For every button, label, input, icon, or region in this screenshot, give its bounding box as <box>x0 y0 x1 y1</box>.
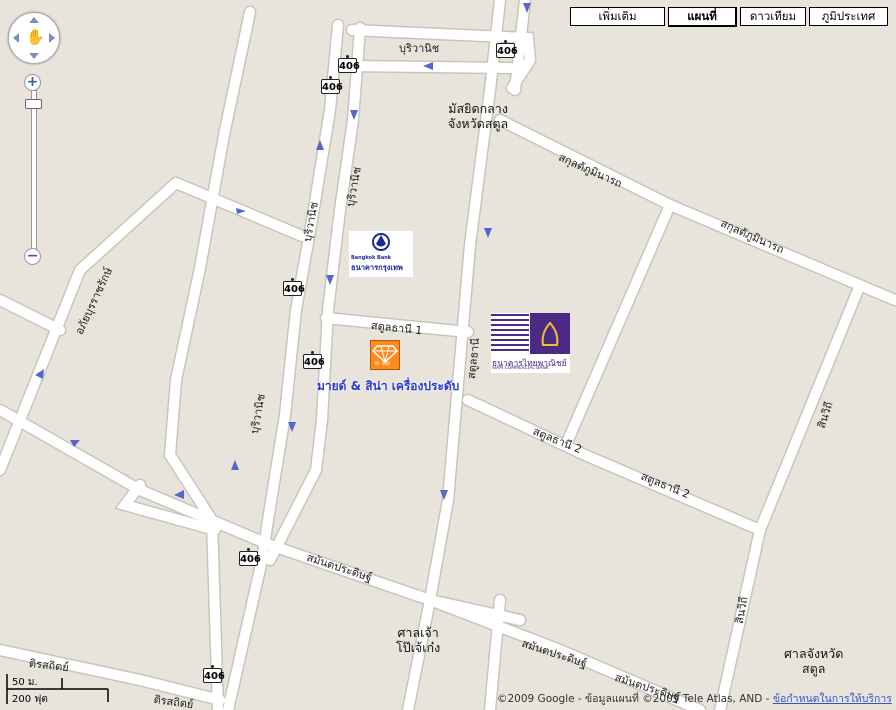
bangkok-bank-th: ธนาคารกรุงเทพ <box>351 263 403 272</box>
map-type-control: เพิ่มเติม แผนที่ ดาวเทียม ภูมิประเทศ <box>570 7 888 27</box>
route-shield: 406 <box>338 55 360 73</box>
route-shield: 406 <box>321 76 343 94</box>
map-type-satellite-button[interactable]: ดาวเทียม <box>740 7 806 26</box>
scale-metric: 50 ม. <box>12 677 38 688</box>
scb-en: SIAM COMMERCIAL BANK <box>492 366 549 371</box>
scale-imperial: 200 ฟุต <box>12 694 48 705</box>
diamond-icon <box>371 345 399 364</box>
zoom-slider-track[interactable] <box>31 90 37 252</box>
road-label: บุริวานิช <box>399 42 440 55</box>
route-shield: 406 <box>239 548 261 566</box>
map-type-terrain-button[interactable]: ภูมิประเทศ <box>809 7 888 26</box>
zoom-slider-thumb[interactable] <box>25 99 42 109</box>
terms-link[interactable]: ข้อกำหนดในการให้บริการ <box>773 693 892 705</box>
zoom-out-button[interactable]: − <box>24 248 41 265</box>
bangkok-bank-marker[interactable]: Bangkok Bank ธนาคารกรุงเทพ <box>349 231 413 277</box>
route-shield: 406 <box>496 40 518 58</box>
route-shield: 406 <box>303 351 325 369</box>
pan-left-icon[interactable] <box>13 33 19 43</box>
place-label-court[interactable]: ศาลจังหวัด สตูล <box>784 646 843 676</box>
route-shield: 406 <box>283 278 305 296</box>
pan-control[interactable]: ✋ <box>8 12 60 64</box>
place-label-shrine[interactable]: ศาลเจ้า โป๊เจ้เก๋ง <box>396 625 440 655</box>
pan-down-icon[interactable] <box>29 53 39 59</box>
place-label-mosque[interactable]: มัสยิดกลาง จังหวัดสตูล <box>448 101 508 131</box>
copyright-bar: ©2009 Google - ข้อมูลแผนที่ ©2009 Tele A… <box>497 690 896 707</box>
copyright-text: ©2009 Google - ข้อมูลแผนที่ ©2009 Tele A… <box>497 693 770 705</box>
bangkok-bank-en: Bangkok Bank <box>351 255 392 261</box>
route-shield: 406 <box>203 665 225 683</box>
pan-up-icon[interactable] <box>29 17 39 23</box>
scb-marker[interactable]: ธนาคารไทยพาณิชย์ SIAM COMMERCIAL BANK <box>491 313 570 373</box>
jewelry-shop-marker[interactable]: M. SIRI <box>370 340 400 370</box>
hand-icon[interactable]: ✋ <box>26 28 45 46</box>
jewelry-shop-label[interactable]: มายด์ & สิน่า เครื่องประดับ <box>317 377 459 396</box>
map-type-more-button[interactable]: เพิ่มเติม <box>570 7 665 26</box>
zoom-in-button[interactable]: + <box>24 74 41 91</box>
jewelry-sign: M. SIRI <box>375 362 391 367</box>
pan-right-icon[interactable] <box>49 33 55 43</box>
map-type-map-button[interactable]: แผนที่ <box>668 7 737 27</box>
scale-bar: 50 ม. 200 ฟุต <box>4 672 110 706</box>
map-canvas[interactable]: บุริวานิช บุริวานิช บุริวานิช บุริวานิช … <box>0 0 896 710</box>
